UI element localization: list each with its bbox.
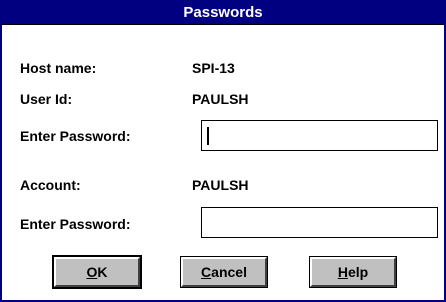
- passwords-dialog: Passwords Host name: SPI-13 User Id: PAU…: [0, 0, 446, 302]
- ok-button[interactable]: OK: [52, 255, 142, 289]
- password-field[interactable]: [201, 120, 438, 151]
- user-id-value: PAULSH: [192, 91, 249, 107]
- enter-password-label: Enter Password:: [20, 128, 131, 144]
- ok-mnemonic: O: [86, 264, 98, 280]
- cancel-label-rest: ancel: [211, 264, 247, 280]
- host-name-value: SPI-13: [192, 60, 235, 76]
- ok-label-rest: K: [97, 264, 108, 280]
- text-caret: [207, 127, 209, 145]
- cancel-button[interactable]: Cancel: [180, 256, 268, 288]
- account-label: Account:: [20, 177, 81, 193]
- account-value: PAULSH: [192, 177, 249, 193]
- help-button[interactable]: Help: [309, 256, 397, 288]
- account-password-field[interactable]: [201, 207, 438, 238]
- account-password-label: Enter Password:: [20, 216, 131, 232]
- dialog-title: Passwords: [2, 2, 444, 25]
- host-name-label: Host name:: [20, 60, 97, 76]
- cancel-mnemonic: C: [201, 264, 212, 280]
- help-mnemonic: H: [337, 264, 348, 280]
- user-id-label: User Id:: [20, 91, 73, 107]
- help-label-rest: elp: [347, 264, 369, 280]
